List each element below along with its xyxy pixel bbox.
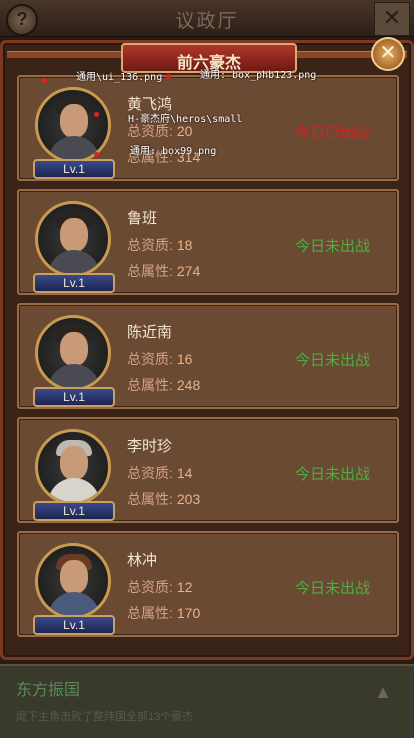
hero-aptitude: 总资质: 12 xyxy=(127,579,193,595)
hero-status: 今日未出战 xyxy=(295,238,371,255)
top-bar: ? 议政厅 ✕ xyxy=(0,0,414,37)
hero-avatar xyxy=(35,87,111,163)
hero-name: 林冲 xyxy=(127,552,158,569)
hero-card[interactable]: Lv.1 林冲 总资质: 12 总属性: 170 今日未出战 xyxy=(17,531,399,637)
panel-close-button[interactable]: ✕ xyxy=(371,37,405,71)
hero-name: 陈近南 xyxy=(127,324,173,341)
hero-attribute: 总属性: 248 xyxy=(127,377,201,393)
hero-attribute: 总属性: 274 xyxy=(127,263,201,279)
annotation-marker xyxy=(166,74,171,79)
annotation-label: 通用: box_phb123.png xyxy=(200,70,317,81)
level-badge: Lv.1 xyxy=(33,273,115,293)
hero-avatar xyxy=(35,543,111,619)
hero-card[interactable]: Lv.1 鲁班 总资质: 18 总属性: 274 今日未出战 xyxy=(17,189,399,295)
hero-card[interactable]: Lv.1 陈近南 总资质: 16 总属性: 248 今日未出战 xyxy=(17,303,399,409)
footer-bar: 东方振国 麾下主角击败了整纬国全部13个豪杰 ▲ xyxy=(0,664,414,738)
hero-card[interactable]: Lv.1 李时珍 总资质: 14 总属性: 203 今日未出战 xyxy=(17,417,399,523)
annotation-marker xyxy=(94,152,99,157)
top-close-button[interactable]: ✕ xyxy=(374,2,410,36)
hero-avatar xyxy=(35,429,111,505)
hero-aptitude: 总资质: 18 xyxy=(127,237,193,253)
hero-status: 今日已出战 xyxy=(295,124,371,141)
hero-attribute: 总属性: 203 xyxy=(127,491,201,507)
hero-ranking-panel: 前六豪杰 ✕ Lv.1 黄飞鸿 总资质: 20 总属性: 314 今日已出战 Lv.… xyxy=(0,37,414,660)
annotation-label: 通用: box99.png xyxy=(130,146,217,157)
hero-status: 今日未出战 xyxy=(295,352,371,369)
level-badge: Lv.1 xyxy=(33,159,115,179)
annotation-marker xyxy=(94,112,99,117)
hero-status: 今日未出战 xyxy=(295,580,371,597)
hero-name: 鲁班 xyxy=(127,210,158,227)
annotation-marker xyxy=(42,78,47,83)
footer-text: 麾下主角击败了整纬国全部13个豪杰 xyxy=(16,711,194,723)
hero-attribute: 总属性: 170 xyxy=(127,605,201,621)
hero-status: 今日未出战 xyxy=(295,466,371,483)
page-title: 议政厅 xyxy=(175,11,239,32)
level-badge: Lv.1 xyxy=(33,501,115,521)
level-badge: Lv.1 xyxy=(33,615,115,635)
annotation-label: H-豪杰府\heros\small xyxy=(128,114,243,125)
footer-title: 东方振国 xyxy=(16,682,81,699)
annotation-label: 通用\ui_136.png xyxy=(76,72,163,83)
hero-name: 李时珍 xyxy=(127,438,173,455)
hero-aptitude: 总资质: 14 xyxy=(127,465,193,481)
expand-icon[interactable]: ▲ xyxy=(370,682,396,704)
hero-card[interactable]: Lv.1 黄飞鸿 总资质: 20 总属性: 314 今日已出战 xyxy=(17,75,399,181)
hero-avatar xyxy=(35,201,111,277)
level-badge: Lv.1 xyxy=(33,387,115,407)
hero-aptitude: 总资质: 16 xyxy=(127,351,193,367)
hero-avatar xyxy=(35,315,111,391)
